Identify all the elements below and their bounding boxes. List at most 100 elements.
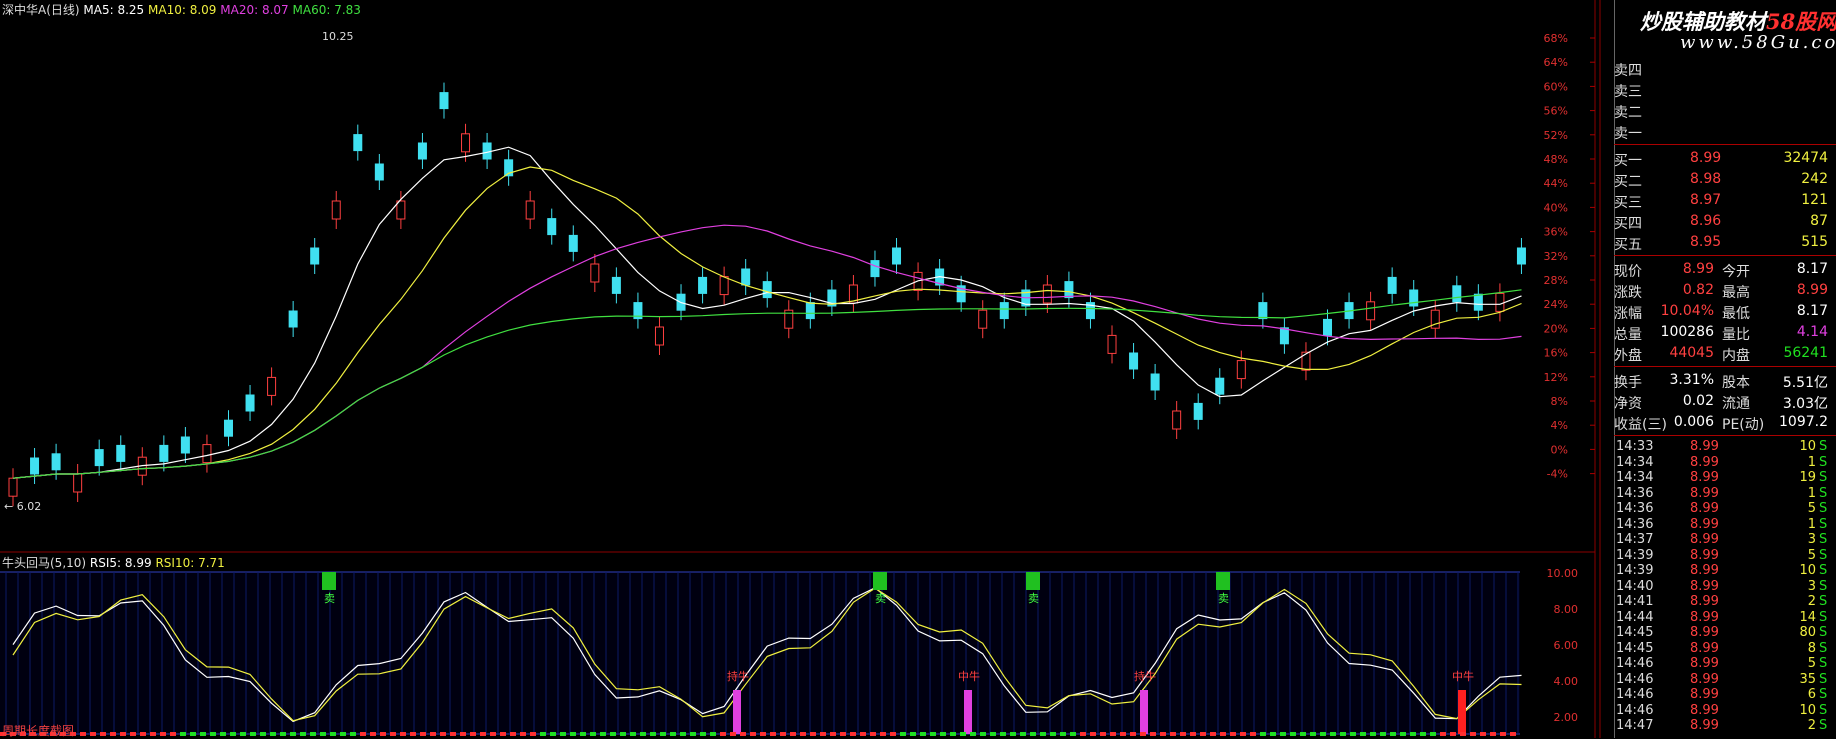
- signal-dot: [1170, 732, 1176, 736]
- candle-body: [1064, 281, 1074, 299]
- tick-row[interactable]: 14:478.992S1: [1614, 718, 1836, 734]
- signal-dot: [220, 732, 226, 736]
- signal-dot: [90, 732, 96, 736]
- tick-time: 14:41: [1616, 594, 1654, 610]
- signal-dot: [760, 732, 766, 736]
- tick-time: 14:46: [1616, 702, 1654, 718]
- signal-dot: [1090, 732, 1096, 736]
- stats-row: 换手 3.31% 股本 5.51亿: [1614, 370, 1836, 391]
- quote-label: 今开: [1722, 264, 1750, 280]
- candle-body: [590, 263, 600, 283]
- bid-label: 买四: [1614, 216, 1642, 232]
- tick-row[interactable]: 14:378.993S1: [1614, 532, 1836, 548]
- tick-row[interactable]: 14:348.9919S1: [1614, 470, 1836, 486]
- candle-body: [245, 394, 255, 412]
- signal-dot: [900, 732, 906, 736]
- sell-signal-bar: [1026, 572, 1040, 590]
- tick-volume: 1: [1807, 516, 1816, 532]
- signal-dot: [1420, 732, 1426, 736]
- signal-dot: [300, 732, 306, 736]
- tick-time: 14:46: [1616, 656, 1654, 672]
- tick-price: 8.99: [1690, 454, 1719, 470]
- tick-volume: 1: [1807, 454, 1816, 470]
- signal-dot: [990, 732, 996, 736]
- candle-body: [892, 247, 902, 265]
- candle-body: [719, 276, 729, 296]
- quote-row: 总量 100286 量比 4.14: [1614, 322, 1836, 343]
- candle-body: [1107, 334, 1117, 354]
- tick-time: 14:36: [1616, 516, 1654, 532]
- rsi5-label: RSI5: 8.99: [89, 556, 152, 570]
- tick-row[interactable]: 14:418.992S1: [1614, 594, 1836, 610]
- quote-label: 最低: [1722, 306, 1750, 322]
- quote-label: 总量: [1614, 327, 1642, 343]
- candle-body: [870, 260, 880, 278]
- signal-dot: [520, 732, 526, 736]
- signal-dot: [960, 732, 966, 736]
- stats-label: 股本: [1722, 375, 1750, 391]
- signal-dot: [620, 732, 626, 736]
- tick-row[interactable]: 14:398.995S1: [1614, 548, 1836, 564]
- ask-label: 卖三: [1614, 84, 1642, 100]
- candle-body: [202, 444, 212, 464]
- tick-side: S: [1819, 501, 1828, 517]
- signal-dot: [1270, 732, 1276, 736]
- tick-price: 8.99: [1690, 718, 1719, 734]
- tick-row[interactable]: 14:468.9935S1: [1614, 672, 1836, 688]
- tick-row[interactable]: 14:368.995S1: [1614, 501, 1836, 517]
- candle-body: [417, 142, 427, 160]
- tick-row[interactable]: 14:368.991S1: [1614, 486, 1836, 502]
- candle-body: [1279, 327, 1289, 345]
- signal-dot: [1220, 732, 1226, 736]
- price-axis-label: 28%: [1544, 274, 1568, 287]
- tick-volume: 5: [1807, 656, 1816, 672]
- tick-side: S: [1819, 702, 1828, 718]
- price-axis-label: 20%: [1544, 322, 1568, 335]
- tick-row[interactable]: 14:348.991S1: [1614, 455, 1836, 471]
- tick-price: 8.99: [1690, 702, 1719, 718]
- signal-dot: [1350, 732, 1356, 736]
- bid-price: 8.95: [1690, 234, 1722, 250]
- signal-dot: [880, 732, 886, 736]
- signal-dot: [400, 732, 406, 736]
- price-axis-label: 0%: [1551, 443, 1568, 456]
- chart-area[interactable]: 68% 64% 60% 56% 52% 48% 44% 40% 36% 32% 28% 24% 20% 1…: [0, 0, 1601, 738]
- signal-dot: [1140, 732, 1146, 736]
- kline-chart[interactable]: 68% 64% 60% 56% 52% 48% 44% 40% 36% 32% 28% 24% 20% 1…: [0, 0, 1614, 738]
- sell-signal-label: 卖: [1028, 592, 1039, 605]
- tick-price: 8.99: [1690, 516, 1719, 532]
- tick-volume: 2: [1807, 718, 1816, 734]
- tick-row[interactable]: 14:468.996S1: [1614, 687, 1836, 703]
- tick-row[interactable]: 14:368.991S1: [1614, 517, 1836, 533]
- tick-row[interactable]: 14:458.998S1: [1614, 641, 1836, 657]
- signal-dot: [1310, 732, 1316, 736]
- quote-divider: [1614, 255, 1836, 256]
- tick-side: S: [1819, 532, 1828, 548]
- price-axis-label: 60%: [1544, 80, 1568, 93]
- tick-price: 8.99: [1690, 656, 1719, 672]
- tick-row[interactable]: 14:398.9910S1: [1614, 563, 1836, 579]
- tick-row[interactable]: 14:448.9914S1: [1614, 610, 1836, 626]
- quote-row: 涨跌 0.82 最高 8.99: [1614, 280, 1836, 301]
- tick-row[interactable]: 14:468.9910S1: [1614, 703, 1836, 719]
- price-axis-label: 56%: [1544, 105, 1568, 118]
- candle-body: [1387, 276, 1397, 294]
- signal-dot: [190, 732, 196, 736]
- signal-dot: [580, 732, 586, 736]
- stats-label: 流通: [1722, 396, 1750, 412]
- signal-dot: [510, 732, 516, 736]
- tick-row[interactable]: 14:338.9910S1: [1614, 439, 1836, 455]
- ma20-line: [12, 224, 1522, 479]
- signal-dot: [1320, 732, 1326, 736]
- price-axis-label: 24%: [1544, 298, 1568, 311]
- stats-value: 1097.2: [1779, 414, 1828, 430]
- stock-title: 深中华A(日线): [2, 3, 80, 17]
- quote-value: 8.99: [1796, 282, 1828, 298]
- signal-dot: [790, 732, 796, 736]
- tick-row[interactable]: 14:468.995S1: [1614, 656, 1836, 672]
- candle-body: [1516, 247, 1526, 265]
- quote-value: 8.17: [1796, 303, 1828, 319]
- tick-row[interactable]: 14:408.993S1: [1614, 579, 1836, 595]
- price-axis-label: 44%: [1544, 177, 1568, 190]
- tick-row[interactable]: 14:458.9980S1: [1614, 625, 1836, 641]
